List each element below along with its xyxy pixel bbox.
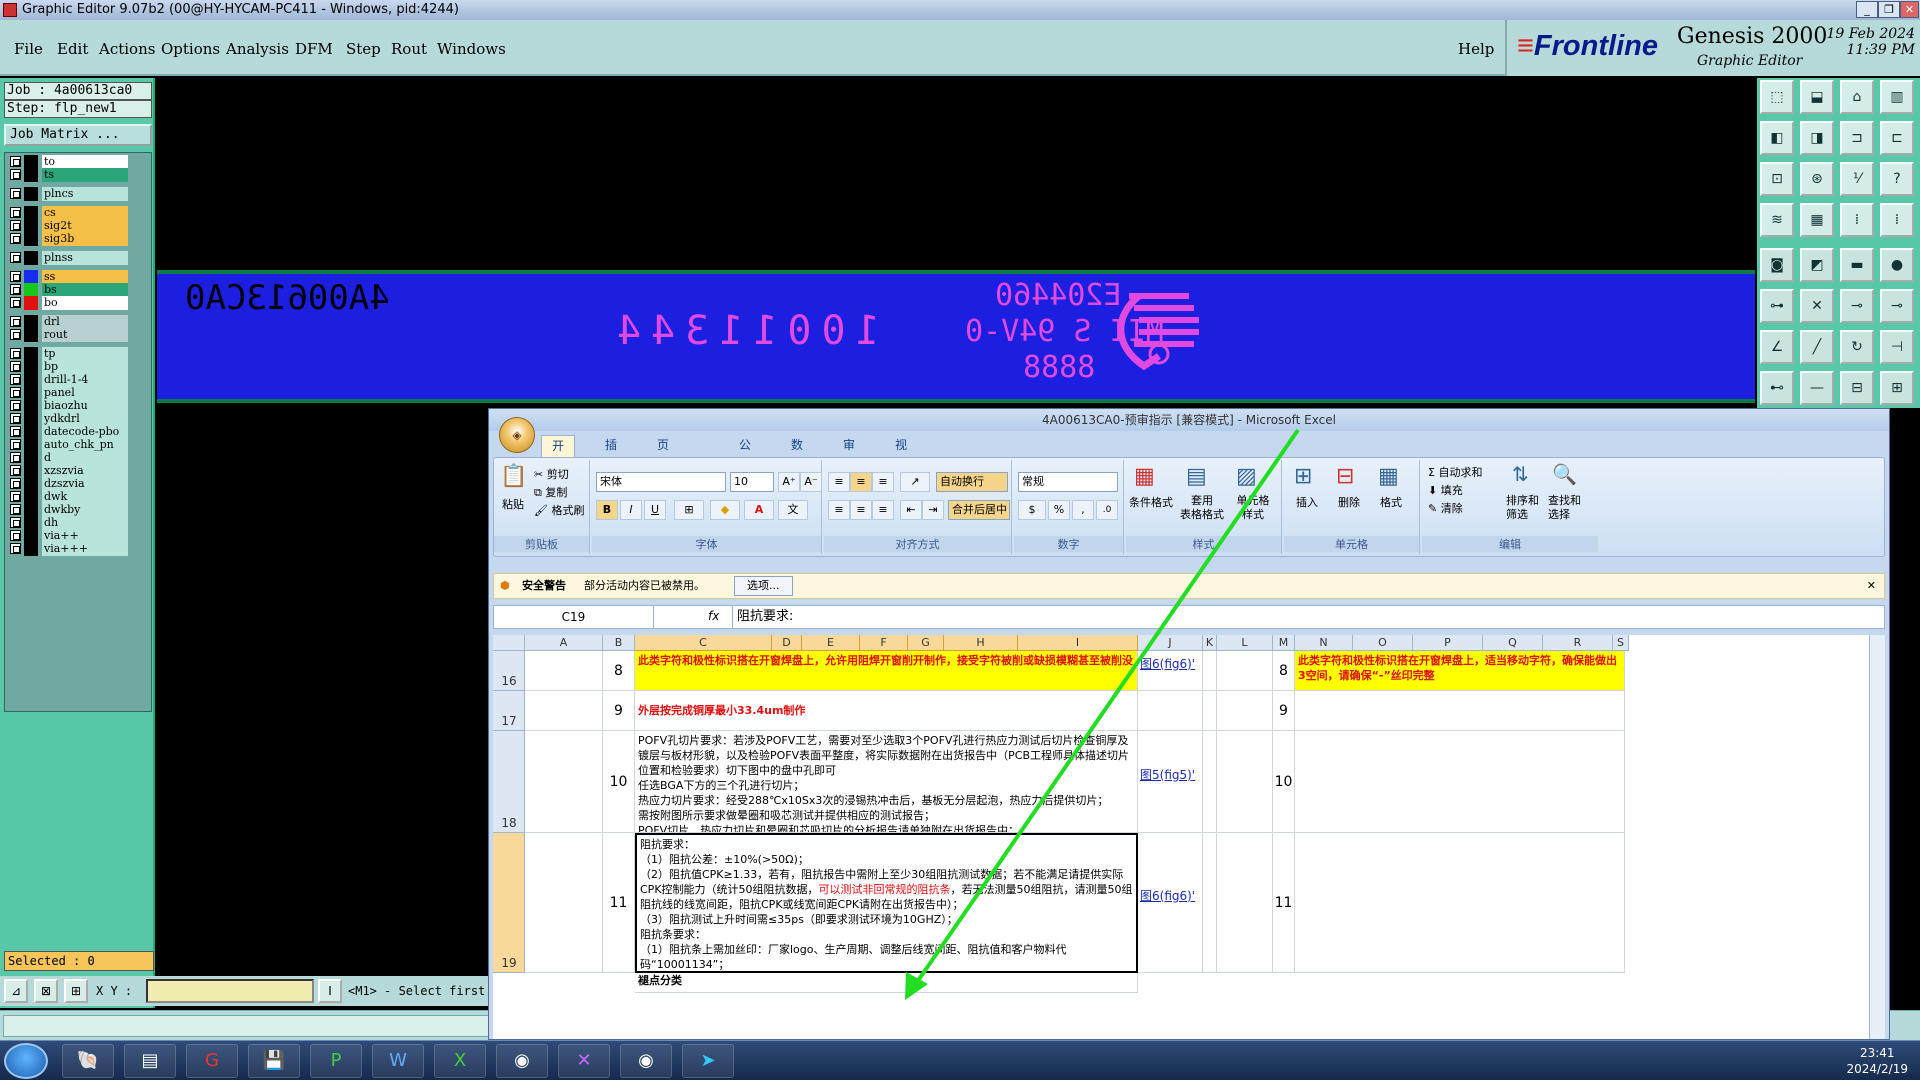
taskbar-x-icon[interactable]: ✕ [558, 1044, 610, 1078]
taskbar: 🐚 ▤ G 💾 P W X ◉ ✕ ◉ ➤ 23:41 2024/2/19 [0, 1040, 1920, 1080]
taskbar-save-icon[interactable]: 💾 [248, 1044, 300, 1078]
taskbar-notepad-icon[interactable]: ▤ [124, 1044, 176, 1078]
taskbar-g-icon[interactable]: G [186, 1044, 238, 1078]
taskbar-p-icon[interactable]: P [310, 1044, 362, 1078]
arrow-line [913, 428, 1300, 987]
taskbar-shell-icon[interactable]: 🐚 [62, 1044, 114, 1078]
taskbar-word-icon[interactable]: W [372, 1044, 424, 1078]
system-clock: 23:41 2024/2/19 [1846, 1046, 1908, 1076]
annotation-arrow [905, 428, 1300, 1000]
arrow-head [905, 972, 928, 1000]
taskbar-eye-icon[interactable]: ◉ [496, 1044, 548, 1078]
taskbar-eye2-icon[interactable]: ◉ [620, 1044, 672, 1078]
start-button[interactable] [4, 1043, 48, 1079]
taskbar-arrow-icon[interactable]: ➤ [682, 1044, 734, 1078]
taskbar-excel-icon[interactable]: X [434, 1044, 486, 1078]
